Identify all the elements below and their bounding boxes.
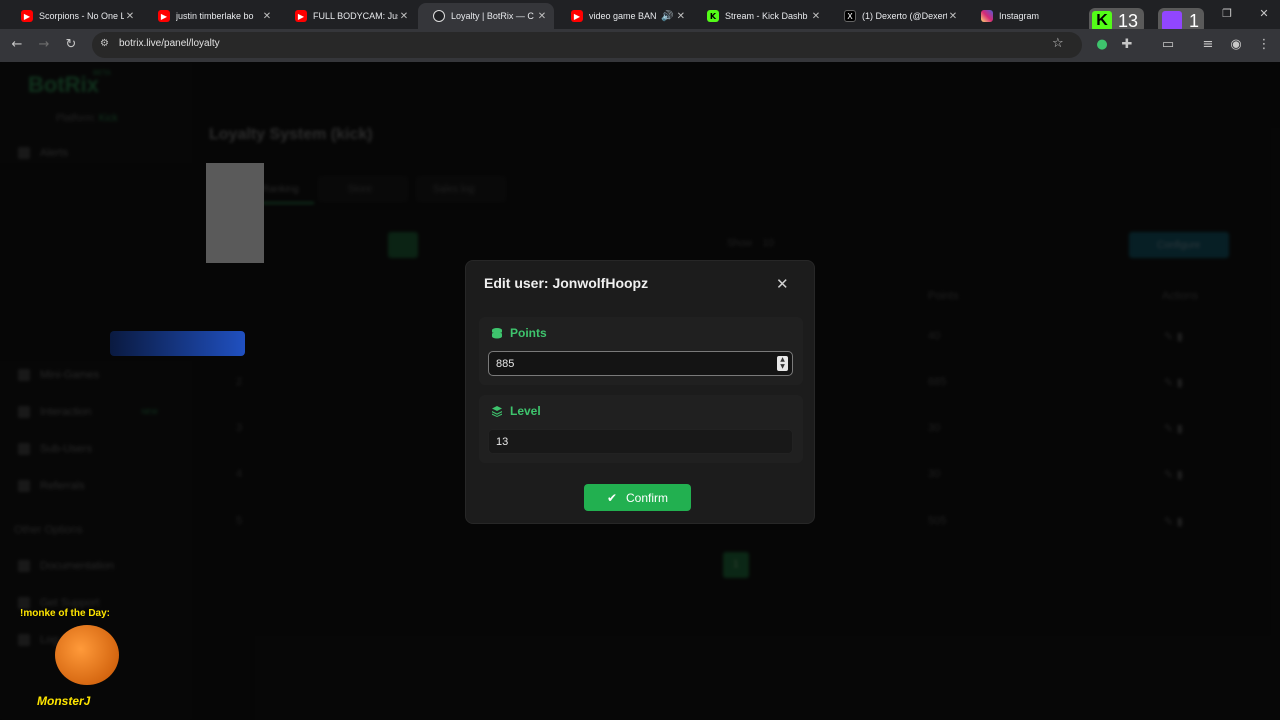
restore-icon[interactable]: ❐ xyxy=(1219,6,1235,22)
modal-title: Edit user: JonwolfHoopz xyxy=(484,275,649,291)
edit-user-modal: Edit user: JonwolfHoopz ✕ Points 885 ▲▼ xyxy=(465,260,815,524)
close-window-icon[interactable]: ✕ xyxy=(1256,6,1272,22)
menu-icon[interactable]: ⋮ xyxy=(1256,37,1272,53)
monke-username: MonsterJ xyxy=(37,694,91,708)
botrix-icon xyxy=(433,10,445,22)
tab-title: Instagram xyxy=(999,11,1040,21)
youtube-icon: ▶ xyxy=(571,10,583,22)
tab-strip: ▶ Scorpions - No One Like You ✕ ▶ justin… xyxy=(0,0,1280,34)
close-icon[interactable]: ✕ xyxy=(124,11,136,22)
youtube-icon: ▶ xyxy=(295,10,307,22)
cast-icon[interactable]: ▭ xyxy=(1160,37,1176,53)
kick-icon: K xyxy=(707,10,719,22)
back-icon[interactable]: ← xyxy=(9,37,25,53)
x-icon: X xyxy=(844,10,856,22)
youtube-icon: ▶ xyxy=(21,10,33,22)
webcam-keyboard-light xyxy=(110,331,245,356)
points-label: Points xyxy=(510,326,547,340)
points-input[interactable]: 885 ▲ ▼ xyxy=(488,351,793,376)
close-icon[interactable]: ✕ xyxy=(776,275,789,293)
points-field: Points 885 ▲ ▼ xyxy=(479,317,803,385)
tab-instagram[interactable]: Instagram xyxy=(966,3,1102,29)
puzzle-icon[interactable]: ✚ xyxy=(1119,37,1135,53)
tab-title: video game BAN xyxy=(589,11,657,21)
instagram-icon xyxy=(981,10,993,22)
points-label-row: Points xyxy=(491,326,547,340)
close-icon[interactable]: ✕ xyxy=(261,11,273,22)
close-icon[interactable]: ✕ xyxy=(810,11,822,22)
kick-icon: K xyxy=(1092,11,1112,31)
page: BotRix BETA Platform: Kick Alerts Mini-G… xyxy=(0,62,1280,720)
close-icon[interactable]: ✕ xyxy=(398,11,410,22)
speaker-icon[interactable]: 🔊 ✕ xyxy=(660,11,686,22)
monkey-mascot-image xyxy=(55,625,119,685)
confirm-label: Confirm xyxy=(626,490,669,505)
layers-icon xyxy=(492,406,502,417)
browser-chrome: ▶ Scorpions - No One Like You ✕ ▶ justin… xyxy=(0,0,1280,62)
address-bar[interactable]: ⚙ botrix.live/panel/loyalty ☆ xyxy=(92,32,1082,58)
tab-video-game[interactable]: ▶ video game BAN 🔊 ✕ xyxy=(556,3,692,29)
points-value: 885 xyxy=(496,357,515,370)
level-label: Level xyxy=(510,404,541,418)
coins-icon xyxy=(492,328,502,339)
youtube-icon: ▶ xyxy=(158,10,170,22)
confirm-button[interactable]: ✔ Confirm xyxy=(584,484,691,511)
site-info-icon[interactable]: ⚙ xyxy=(100,38,109,49)
level-field: Level 13 xyxy=(479,395,803,463)
tab-kick-dashboard[interactable]: K Stream - Kick Dashb ✕ xyxy=(692,3,828,29)
number-spinner[interactable]: ▲ ▼ xyxy=(777,356,788,371)
check-icon: ✔ xyxy=(606,490,618,505)
tab-title: (1) Dexerto (@Dexert xyxy=(862,11,947,21)
monke-of-the-day-overlay: !monke of the Day: MonsterJ xyxy=(10,608,140,708)
tab-title: Stream - Kick Dashb xyxy=(725,11,808,21)
level-input[interactable]: 13 xyxy=(488,429,793,454)
media-icon[interactable]: ≡ xyxy=(1200,37,1216,53)
tab-title: FULL BODYCAM: Jus xyxy=(313,11,398,21)
profile-icon[interactable]: ◉ xyxy=(1228,37,1244,53)
webcam-overlay xyxy=(0,163,264,361)
monke-title: !monke of the Day: xyxy=(20,608,111,619)
tab-dexerto[interactable]: X (1) Dexerto (@Dexert ✕ xyxy=(829,3,965,29)
forward-icon[interactable]: → xyxy=(36,37,52,53)
tab-title: justin timberlake bo xyxy=(176,11,254,21)
level-value: 13 xyxy=(496,435,509,448)
tab-botrix-loyalty[interactable]: Loyalty | BotRix — C ✕ xyxy=(418,3,554,29)
level-label-row: Level xyxy=(491,404,541,418)
tab-justin-timberlake[interactable]: ▶ justin timberlake bo ✕ xyxy=(143,3,279,29)
close-icon[interactable]: ✕ xyxy=(947,11,959,22)
extension-icon[interactable]: ● xyxy=(1094,37,1110,53)
toolbar: ← → ↻ ⚙ botrix.live/panel/loyalty ☆ ● ✚ … xyxy=(0,29,1280,62)
webcam-background-wall xyxy=(206,163,264,263)
tab-title: Loyalty | BotRix — C xyxy=(451,11,534,21)
url-text: botrix.live/panel/loyalty xyxy=(119,38,220,49)
tab-title: Scorpions - No One Like You xyxy=(39,11,124,21)
twitch-icon xyxy=(1162,11,1182,31)
tab-bodycam[interactable]: ▶ FULL BODYCAM: Jus ✕ xyxy=(280,3,416,29)
bookmark-star-icon[interactable]: ☆ xyxy=(1052,36,1064,51)
reload-icon[interactable]: ↻ xyxy=(63,37,79,53)
close-icon[interactable]: ✕ xyxy=(536,11,548,22)
tab-scorpions[interactable]: ▶ Scorpions - No One Like You ✕ xyxy=(6,3,142,29)
